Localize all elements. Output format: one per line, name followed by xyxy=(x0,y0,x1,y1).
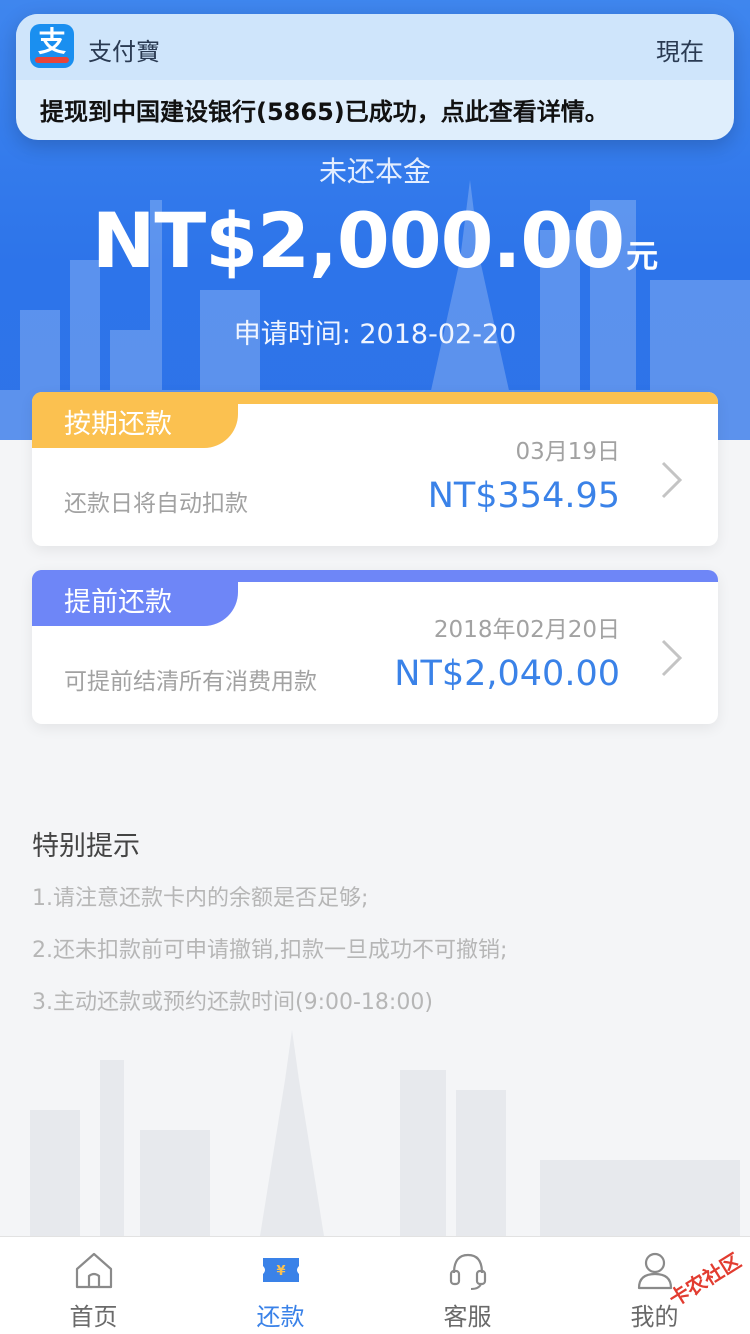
push-notification[interactable]: 支 支付寶 現在 提现到中国建设银行(5865)已成功，点此查看详情。 xyxy=(16,14,734,140)
apply-date: 申请时间: 2018-02-20 xyxy=(233,319,517,350)
chevron-right-icon xyxy=(661,461,683,499)
notification-header: 支 支付寶 現在 xyxy=(16,14,734,80)
plan-description: 还款日将自动扣款 xyxy=(64,491,248,517)
tip-item: 3.主动还款或预约还款时间(9:00-18:00) xyxy=(32,990,433,1015)
chevron-right-icon xyxy=(661,639,683,677)
plan-due-date: 03月19日 xyxy=(515,439,620,465)
plan-tag-label: 按期还款 xyxy=(64,409,172,440)
background-skyline-graphic xyxy=(30,1030,740,1236)
plan-tag: 提前还款 xyxy=(32,570,238,626)
plan-tag: 按期还款 xyxy=(32,392,238,448)
notification-time: 現在 xyxy=(656,38,704,66)
repay-ticket-icon: ¥ xyxy=(263,1258,299,1282)
home-icon xyxy=(75,1252,113,1289)
plan-amount: NT$2,040.00 xyxy=(394,654,620,694)
alipay-logo-strip xyxy=(35,57,69,63)
principal-amount-value: NT$2,000.00 xyxy=(91,196,625,285)
headset-icon xyxy=(449,1253,487,1290)
plan-description: 可提前结清所有消费用款 xyxy=(64,669,317,695)
tab-label: 客服 xyxy=(443,1303,492,1331)
tab-label: 首页 xyxy=(69,1303,118,1331)
tab-label: 还款 xyxy=(256,1303,305,1331)
principal-amount-unit: 元 xyxy=(626,237,659,275)
watermark-text: 卡农社区 xyxy=(664,1248,746,1312)
plan-tag-label: 提前还款 xyxy=(64,587,172,618)
tab-home[interactable]: 首页 xyxy=(0,1237,187,1334)
bottom-tab-bar: 首页 ¥ 还款 客服 我的 xyxy=(0,1236,750,1334)
tip-item: 1.请注意还款卡内的余额是否足够; xyxy=(32,886,369,911)
tab-support[interactable]: 客服 xyxy=(374,1237,561,1334)
plan-card-early[interactable]: 提前还款 2018年02月20日 可提前结清所有消费用款 NT$2,040.00 xyxy=(32,570,718,724)
plan-amount: NT$354.95 xyxy=(427,476,620,516)
tip-item: 2.还未扣款前可申请撤销,扣款一旦成功不可撤销; xyxy=(32,938,508,963)
principal-label: 未还本金 xyxy=(318,155,431,188)
alipay-logo-glyph: 支 xyxy=(37,25,66,58)
plan-due-date: 2018年02月20日 xyxy=(433,617,620,643)
notification-message[interactable]: 提现到中国建设银行(5865)已成功，点此查看详情。 xyxy=(40,92,609,127)
forum-watermark: 卡农社区 xyxy=(642,1240,746,1330)
notification-app-name: 支付寶 xyxy=(88,38,160,66)
svg-text:¥: ¥ xyxy=(276,1264,285,1279)
alipay-app-icon: 支 xyxy=(30,24,74,68)
plan-card-scheduled[interactable]: 按期还款 03月19日 还款日将自动扣款 NT$354.95 xyxy=(32,392,718,546)
tips-title: 特别提示 xyxy=(32,831,140,862)
principal-amount: NT$2,000.00元 xyxy=(0,196,750,285)
tab-repay[interactable]: ¥ 还款 xyxy=(187,1237,374,1334)
